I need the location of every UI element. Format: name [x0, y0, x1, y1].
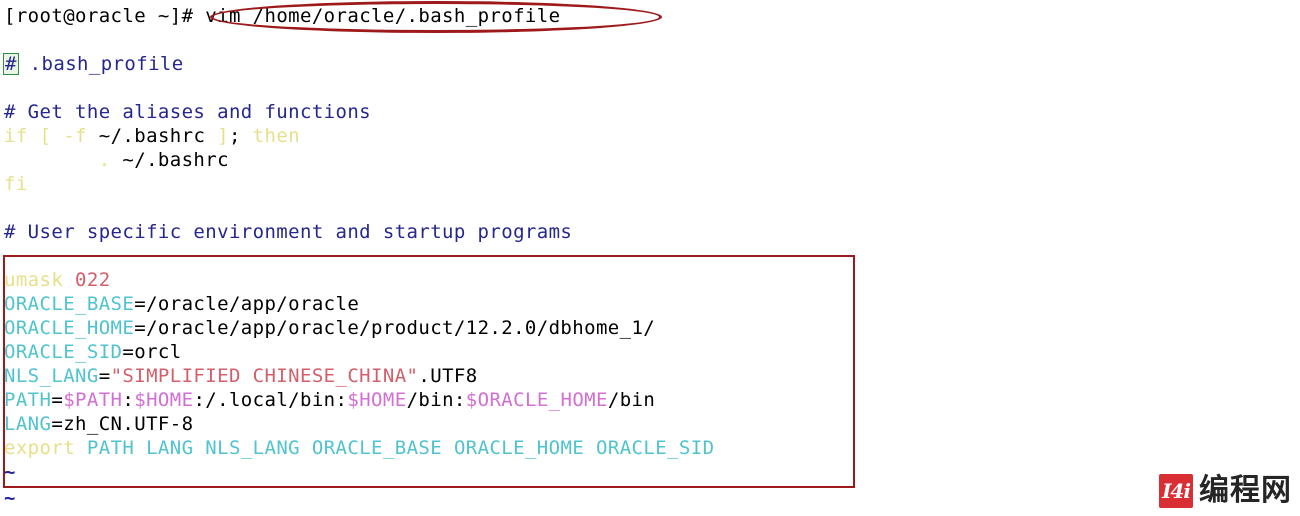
editor-line-18: ~: [4, 460, 16, 484]
editor-line-4: if [ -f ~/.bashrc ]; then: [4, 124, 300, 148]
path-bin-1: /bin:: [406, 389, 466, 411]
space-17a: [75, 437, 87, 459]
export-oracle-sid: ORACLE_SID: [596, 437, 715, 459]
shell-prompt: [root@oracle ~]#: [4, 5, 194, 27]
string-nls-lang: "SIMPLIFIED CHINESE_CHINA": [110, 365, 419, 387]
editor-line-15: PATH=$PATH:$HOME:/.local/bin:$HOME/bin:$…: [4, 388, 655, 412]
keyword-source-dot: .: [98, 149, 111, 171]
comment-get-aliases: # Get the aliases and functions: [4, 101, 372, 123]
keyword-export: export: [4, 437, 76, 459]
value-oracle-base: =/oracle/app/oracle: [134, 293, 360, 315]
ref-path: $PATH: [63, 389, 123, 411]
ref-home-2: $HOME: [347, 389, 407, 411]
comment-user-specific: # User specific environment and startup …: [4, 221, 573, 243]
editor-line-13: ORACLE_SID=orcl: [4, 340, 182, 364]
vim-cursor[interactable]: #: [3, 53, 19, 75]
umask-value: 022: [75, 269, 111, 291]
space-17b: [134, 437, 146, 459]
editor-line-16: LANG=zh_CN.UTF-8: [4, 412, 193, 436]
equals-nls: =: [98, 365, 111, 387]
comment-title: .bash_profile: [17, 53, 184, 75]
semicolon: ;: [228, 125, 241, 147]
editor-line-8: # User specific environment and startup …: [4, 220, 572, 244]
watermark-text: 编程网: [1199, 473, 1292, 508]
var-oracle-sid: ORACLE_SID: [4, 341, 123, 363]
editor-line-6: fi: [4, 172, 28, 196]
var-oracle-base: ORACLE_BASE: [4, 293, 135, 315]
keyword-test-f: -f: [63, 125, 87, 147]
value-oracle-sid: =orcl: [122, 341, 182, 363]
var-lang: LANG: [4, 413, 52, 435]
value-lang: =zh_CN.UTF-8: [51, 413, 194, 435]
terminal-screen: [root@oracle ~]# vim /home/oracle/.bash_…: [0, 0, 1300, 516]
editor-line-1: # .bash_profile: [3, 52, 184, 76]
path-bashrc-test: ~/.bashrc: [86, 125, 218, 147]
export-lang: LANG: [146, 437, 194, 459]
var-path: PATH: [4, 389, 52, 411]
space-2: [51, 125, 63, 147]
editor-line-3: # Get the aliases and functions: [4, 100, 371, 124]
space-17c: [193, 437, 205, 459]
shell-prompt-line: [root@oracle ~]# vim /home/oracle/.bash_…: [4, 4, 560, 28]
shell-command: vim /home/oracle/.bash_profile: [205, 5, 561, 27]
editor-line-12: ORACLE_HOME=/oracle/app/oracle/product/1…: [4, 316, 655, 340]
space-1: [28, 125, 40, 147]
keyword-bracket-open: [: [39, 125, 52, 147]
value-oracle-home: =/oracle/app/oracle/product/12.2.0/dbhom…: [134, 317, 656, 339]
vim-empty-line-marker: ~: [4, 487, 16, 509]
var-oracle-home: ORACLE_HOME: [4, 317, 135, 339]
path-local-bin: :/.local/bin:: [193, 389, 348, 411]
editor-line-11: ORACLE_BASE=/oracle/app/oracle: [4, 292, 359, 316]
keyword-bracket-close: ]: [217, 125, 229, 147]
watermark-logo-icon: I4i: [1159, 474, 1193, 508]
editor-line-17: export PATH LANG NLS_LANG ORACLE_BASE OR…: [4, 436, 714, 460]
export-path: PATH: [86, 437, 135, 459]
editor-line-5: . ~/.bashrc: [4, 148, 229, 172]
vim-empty-line-marker: ~: [4, 461, 16, 483]
export-oracle-home: ORACLE_HOME: [453, 437, 585, 459]
colon-1: :: [122, 389, 135, 411]
space-3: [241, 125, 253, 147]
space-17e: [442, 437, 454, 459]
path-bashrc-source: ~/.bashrc: [110, 149, 229, 171]
watermark: I4i 编程网: [1159, 474, 1292, 508]
space-17d: [300, 437, 312, 459]
keyword-umask: umask: [4, 269, 64, 291]
shell-command-space: [193, 5, 205, 27]
indent-5: [4, 149, 99, 171]
space-17f: [584, 437, 596, 459]
export-oracle-base: ORACLE_BASE: [311, 437, 443, 459]
keyword-fi: fi: [4, 173, 28, 195]
ref-home-1: $HOME: [134, 389, 194, 411]
ref-oracle-home: $ORACLE_HOME: [465, 389, 608, 411]
export-nls-lang: NLS_LANG: [205, 437, 301, 459]
var-nls-lang: NLS_LANG: [4, 365, 99, 387]
space-10: [63, 269, 75, 291]
equals-path: =: [51, 389, 64, 411]
path-bin-2: /bin: [607, 389, 656, 411]
editor-line-10: umask 022: [4, 268, 111, 292]
editor-line-19: ~: [4, 486, 16, 510]
value-nls-utf8: .UTF8: [418, 365, 478, 387]
keyword-if: if: [4, 125, 28, 147]
editor-line-14: NLS_LANG="SIMPLIFIED CHINESE_CHINA".UTF8: [4, 364, 478, 388]
keyword-then: then: [252, 125, 301, 147]
